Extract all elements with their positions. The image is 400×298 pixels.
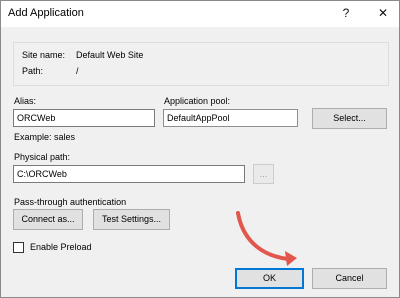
test-settings-button[interactable]: Test Settings... xyxy=(93,209,170,230)
app-pool-field: DefaultAppPool xyxy=(163,109,298,127)
close-icon[interactable]: ✕ xyxy=(373,5,393,21)
browse-button[interactable]: ... xyxy=(253,164,274,184)
site-info-box: Site name: Default Web Site Path: / xyxy=(13,42,389,86)
title-bar: Add Application ? ✕ xyxy=(1,1,399,27)
alias-label: Alias: xyxy=(14,96,37,106)
ok-button[interactable]: OK xyxy=(235,268,304,289)
cancel-button[interactable]: Cancel xyxy=(312,268,387,289)
physical-path-input[interactable]: C:\ORCWeb xyxy=(13,165,245,183)
help-icon[interactable]: ? xyxy=(336,5,356,21)
connect-as-button[interactable]: Connect as... xyxy=(13,209,83,230)
select-app-pool-button[interactable]: Select... xyxy=(312,108,387,129)
path-value: / xyxy=(76,66,79,76)
enable-preload-checkbox[interactable] xyxy=(13,242,24,253)
physical-path-label: Physical path: xyxy=(14,152,71,162)
add-application-dialog: Add Application ? ✕ Site name: Default W… xyxy=(0,0,400,298)
enable-preload-label: Enable Preload xyxy=(30,242,92,252)
window-title: Add Application xyxy=(8,7,84,19)
path-label: Path: xyxy=(22,66,44,76)
app-pool-label: Application pool: xyxy=(164,96,231,106)
site-name-label: Site name: xyxy=(22,50,66,60)
alias-input[interactable]: ORCWeb xyxy=(13,109,155,127)
pass-through-auth-label: Pass-through authentication xyxy=(14,197,127,207)
alias-example: Example: sales xyxy=(14,132,76,142)
site-name-value: Default Web Site xyxy=(76,50,144,60)
